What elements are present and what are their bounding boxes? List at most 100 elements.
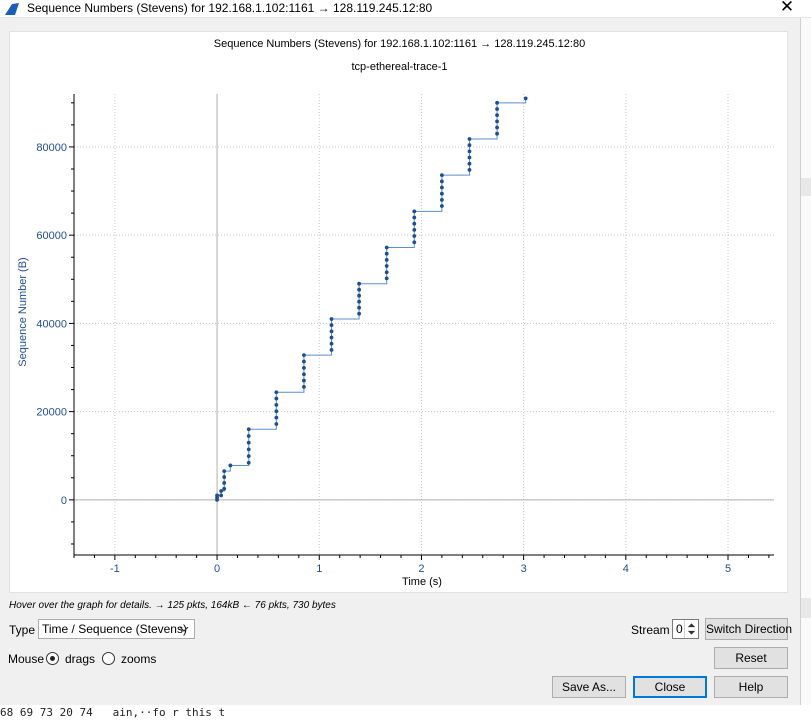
wireshark-fin-icon: [5, 3, 19, 15]
segment-point: [246, 434, 251, 438]
segment-point: [302, 385, 306, 389]
segment-point: [302, 365, 306, 370]
x-tick-label: 1: [316, 563, 322, 575]
chart-subtitle: tcp-ethereal-trace-1: [352, 61, 448, 73]
segment-point: [274, 396, 279, 401]
segment-point: [384, 270, 389, 275]
segment-point: [467, 167, 472, 172]
segment-point: [412, 234, 417, 238]
help-button[interactable]: Help: [714, 676, 788, 698]
segment-point: [274, 409, 279, 414]
save-as-button[interactable]: Save As...: [552, 676, 626, 698]
data-series: [215, 96, 528, 502]
x-tick-label: 4: [623, 563, 629, 575]
segment-point: [412, 227, 417, 232]
segment-point: [495, 119, 499, 124]
segment-point: [412, 240, 417, 245]
x-tick-label: 5: [725, 563, 731, 575]
mouse-label: Mouse: [8, 652, 45, 666]
reset-button[interactable]: Reset: [714, 647, 788, 669]
segment-point: [228, 463, 233, 468]
graph-type-select[interactable]: Time / Sequence (Stevens): [38, 619, 195, 639]
segment-point: [467, 137, 472, 141]
segment-point: [467, 161, 472, 166]
segment-point: [302, 353, 306, 358]
segment-point: [495, 100, 499, 105]
x-tick-label: -1: [110, 563, 120, 575]
background-hex-line: 68 69 73 20 74 ain,··fo r this t: [0, 705, 811, 720]
segment-point: [302, 372, 306, 377]
stream-spinbox[interactable]: 0: [672, 619, 699, 639]
x-tick-label: 2: [418, 563, 424, 575]
hover-hint: Hover over the graph for details. → 125 …: [9, 600, 336, 611]
axes: -1 0 1 2 3 4 5 0 20000 40000 60000 80000: [36, 94, 774, 575]
segment-point: [384, 245, 389, 250]
type-label: Type: [9, 623, 36, 637]
segment-point: [384, 251, 389, 256]
segment-point: [274, 422, 279, 426]
segment-point: [246, 447, 251, 452]
spin-arrows-icon[interactable]: [684, 620, 698, 638]
grid-lines: [74, 94, 774, 555]
segment-point: [467, 155, 472, 160]
segment-point: [357, 305, 362, 310]
stream-value: 0: [676, 622, 683, 636]
segment-point: [357, 299, 362, 304]
y-tick-label: 20000: [36, 407, 67, 419]
y-tick-label: 60000: [36, 230, 67, 242]
segment-point: [412, 209, 417, 214]
segment-point: [222, 481, 227, 485]
segment-point: [357, 293, 362, 298]
x-tick-label: 3: [521, 563, 527, 575]
segment-point: [215, 493, 219, 498]
segment-point: [329, 347, 334, 352]
segment-point: [412, 221, 417, 226]
segment-point: [495, 107, 499, 111]
sequence-number-plot[interactable]: Sequence Numbers (Stevens) for 192.168.1…: [10, 32, 789, 594]
segment-point: [384, 276, 389, 281]
segment-point: [357, 311, 362, 316]
x-tick-label: 0: [214, 563, 220, 575]
stream-label: Stream: [631, 623, 670, 637]
segment-point: [274, 390, 279, 395]
segment-point: [219, 489, 224, 493]
switch-direction-button[interactable]: Switch Direction: [705, 618, 792, 640]
close-window-icon[interactable]: ✕: [776, 0, 798, 16]
segment-point: [357, 287, 362, 292]
y-tick-label: 80000: [36, 142, 67, 154]
segment-point: [357, 281, 362, 286]
segment-point: [329, 317, 334, 321]
graph-area[interactable]: Sequence Numbers (Stevens) for 192.168.1…: [9, 31, 788, 593]
drags-radio[interactable]: [46, 652, 59, 665]
segment-point: [384, 257, 389, 262]
segment-point: [439, 204, 444, 208]
chevron-down-icon: [179, 626, 189, 632]
segment-point: [329, 329, 334, 334]
segment-point: [246, 440, 251, 445]
segment-point: [222, 486, 227, 491]
segment-point: [302, 359, 306, 364]
segment-point: [439, 173, 444, 178]
segment-point: [274, 403, 279, 407]
background-window-edge: [800, 18, 811, 720]
zooms-radio[interactable]: [102, 652, 115, 665]
x-axis-label: Time (s): [402, 576, 442, 588]
window-titlebar: Sequence Numbers (Stevens) for 192.168.1…: [0, 0, 811, 18]
chart-title: Sequence Numbers (Stevens) for 192.168.1…: [214, 38, 585, 50]
segment-point: [329, 323, 334, 328]
segment-point: [439, 191, 444, 196]
segment-point: [495, 131, 499, 136]
segment-point: [222, 469, 227, 474]
segment-point: [329, 335, 334, 340]
y-tick-label: 40000: [36, 318, 67, 330]
close-button[interactable]: Close: [633, 676, 707, 698]
segment-point: [246, 427, 251, 432]
segment-point: [467, 143, 472, 148]
segment-point: [246, 460, 251, 465]
segment-point: [329, 341, 334, 346]
y-axis-label: Sequence Number (B): [17, 257, 29, 366]
y-tick-label: 0: [61, 495, 67, 507]
sequence-step-line: [216, 98, 527, 500]
segment-point: [246, 454, 251, 458]
drags-label: drags: [65, 652, 96, 666]
